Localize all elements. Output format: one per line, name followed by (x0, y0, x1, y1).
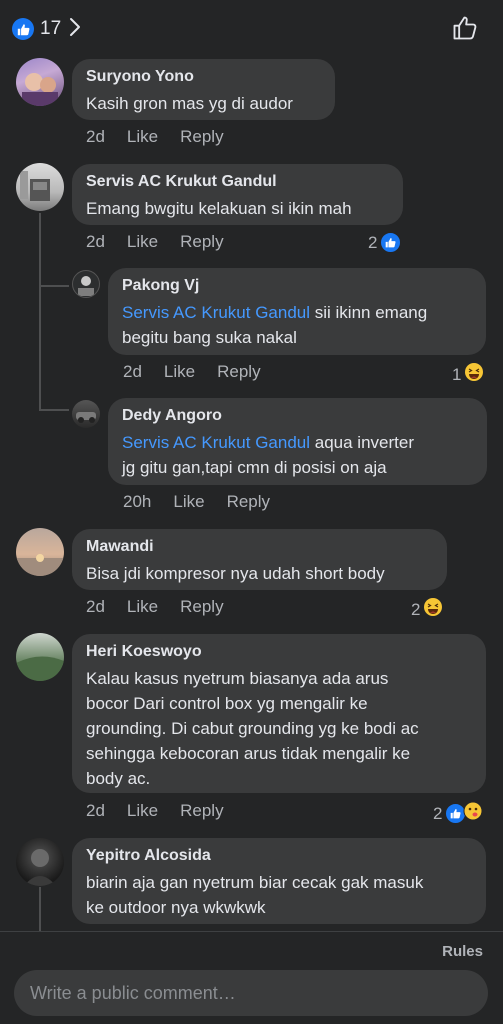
avatar[interactable] (16, 838, 64, 886)
thread-line (39, 213, 41, 411)
reply-bubble[interactable]: Dedy Angoro Servis AC Krukut Gandul aqua… (108, 398, 487, 485)
comment-text: grounding. Di cabut grounding yg ke bodi… (86, 719, 419, 738)
like-button[interactable]: Like (127, 127, 158, 147)
comment-bubble[interactable]: Mawandi Bisa jdi kompresor nya udah shor… (72, 529, 447, 590)
commenter-name[interactable]: Mawandi (86, 537, 433, 557)
comment-reactions[interactable]: 2 (411, 597, 443, 622)
mention-link[interactable]: Servis AC Krukut Gandul (122, 303, 310, 322)
commenter-name[interactable]: Servis AC Krukut Gandul (86, 172, 389, 192)
commenter-name[interactable]: Pakong Vj (122, 276, 472, 296)
rules-link[interactable]: Rules (442, 943, 483, 960)
like-button[interactable]: Like (164, 362, 195, 382)
comment-text: aqua inverter (310, 433, 414, 452)
reply-button[interactable]: Reply (180, 801, 223, 821)
like-post-icon[interactable] (451, 14, 479, 47)
comment-text: bocor Dari control box yg mengalir ke (86, 694, 368, 713)
avatar[interactable] (16, 163, 64, 211)
avatar[interactable] (16, 58, 64, 106)
thread-line (39, 887, 41, 931)
commenter-name[interactable]: Heri Koeswoyo (86, 642, 472, 662)
like-button[interactable]: Like (127, 801, 158, 821)
comment-reactions[interactable]: 2 (368, 232, 402, 253)
wow-reaction-icon (463, 801, 483, 826)
like-reaction-icon (12, 18, 34, 40)
reply-button[interactable]: Reply (217, 362, 260, 382)
comment-actions: 2d Like Reply (86, 801, 246, 821)
commenter-name[interactable]: Yepitro Alcosida (86, 846, 472, 866)
reply-button[interactable]: Reply (180, 127, 223, 147)
avatar[interactable] (72, 400, 100, 428)
comment-text: ke outdoor nya wkwkwk (86, 898, 266, 917)
comment-text: body ac. (86, 769, 151, 788)
like-button[interactable]: Like (127, 597, 158, 617)
comment-text: jg gitu gan,tapi cmn di posisi on aja (122, 458, 387, 477)
comment-text: sii ikinn emang (310, 303, 428, 322)
comment-actions: 20h Like Reply (123, 492, 292, 512)
comment-bubble[interactable]: Heri Koeswoyo Kalau kasus nyetrum biasan… (72, 634, 486, 793)
reaction-count: 2 (368, 232, 378, 252)
avatar[interactable] (16, 528, 64, 576)
reaction-count: 2 (433, 803, 443, 823)
comment-text: Emang bwgitu kelakuan si ikin mah (86, 199, 352, 218)
comment-time: 2d (86, 127, 105, 146)
comment-bubble[interactable]: Suryono Yono Kasih gron mas yg di audor (72, 59, 335, 120)
comment-input-placeholder: Write a public comment… (30, 982, 236, 1003)
mention-link[interactable]: Servis AC Krukut Gandul (122, 433, 310, 452)
comment-text: Kasih gron mas yg di audor (86, 94, 293, 113)
comment-input[interactable]: Write a public comment… (14, 970, 488, 1016)
like-button[interactable]: Like (173, 492, 204, 512)
comment-time: 2d (86, 801, 105, 820)
comment-bubble[interactable]: Servis AC Krukut Gandul Emang bwgitu kel… (72, 164, 403, 225)
commenter-name[interactable]: Suryono Yono (86, 67, 321, 87)
comment-text: Bisa jdi kompresor nya udah short body (86, 564, 385, 583)
reply-button[interactable]: Reply (227, 492, 270, 512)
comment-actions: 2d Like Reply (123, 362, 283, 382)
comment-text: begitu bang suka nakal (122, 328, 297, 347)
comment-reactions[interactable]: 1 (452, 362, 484, 387)
haha-reaction-icon (464, 362, 484, 387)
reaction-count: 2 (411, 599, 421, 619)
comment-reactions[interactable]: 2 (433, 801, 483, 826)
reply-button[interactable]: Reply (180, 597, 223, 617)
thread-branch (39, 285, 69, 287)
comment-bubble[interactable]: Yepitro Alcosida biarin aja gan nyetrum … (72, 838, 486, 924)
comment-text-line: Servis AC Krukut Gandul sii ikinn emang (122, 300, 472, 325)
composer-divider (0, 931, 503, 932)
comment-text: biarin aja gan nyetrum biar cecak gak ma… (86, 873, 424, 892)
comment-time: 20h (123, 492, 152, 511)
comment-time: 2d (123, 362, 142, 381)
comment-actions: 2d Like Reply (86, 127, 246, 147)
avatar[interactable] (16, 633, 64, 681)
haha-reaction-icon (423, 597, 443, 622)
like-reaction-icon (380, 232, 402, 253)
comment-time: 2d (86, 232, 105, 251)
reply-button[interactable]: Reply (180, 232, 223, 252)
reaction-count: 17 (40, 18, 62, 39)
commenter-name[interactable]: Dedy Angoro (122, 406, 473, 426)
comment-actions: 2d Like Reply (86, 597, 246, 617)
comment-text: sehingga kebocoran arus tidak mengalir k… (86, 744, 411, 763)
reactions-summary[interactable]: 17 (12, 16, 81, 42)
reply-bubble[interactable]: Pakong Vj Servis AC Krukut Gandul sii ik… (108, 268, 486, 355)
thread-branch (39, 409, 69, 411)
chevron-right-icon (69, 17, 81, 42)
avatar[interactable] (72, 270, 100, 298)
reaction-count: 1 (452, 364, 462, 384)
comment-actions: 2d Like Reply (86, 232, 246, 252)
comment-text-line: Servis AC Krukut Gandul aqua inverter (122, 430, 473, 455)
comment-text: Kalau kasus nyetrum biasanya ada arus (86, 669, 389, 688)
comment-time: 2d (86, 597, 105, 616)
like-button[interactable]: Like (127, 232, 158, 252)
